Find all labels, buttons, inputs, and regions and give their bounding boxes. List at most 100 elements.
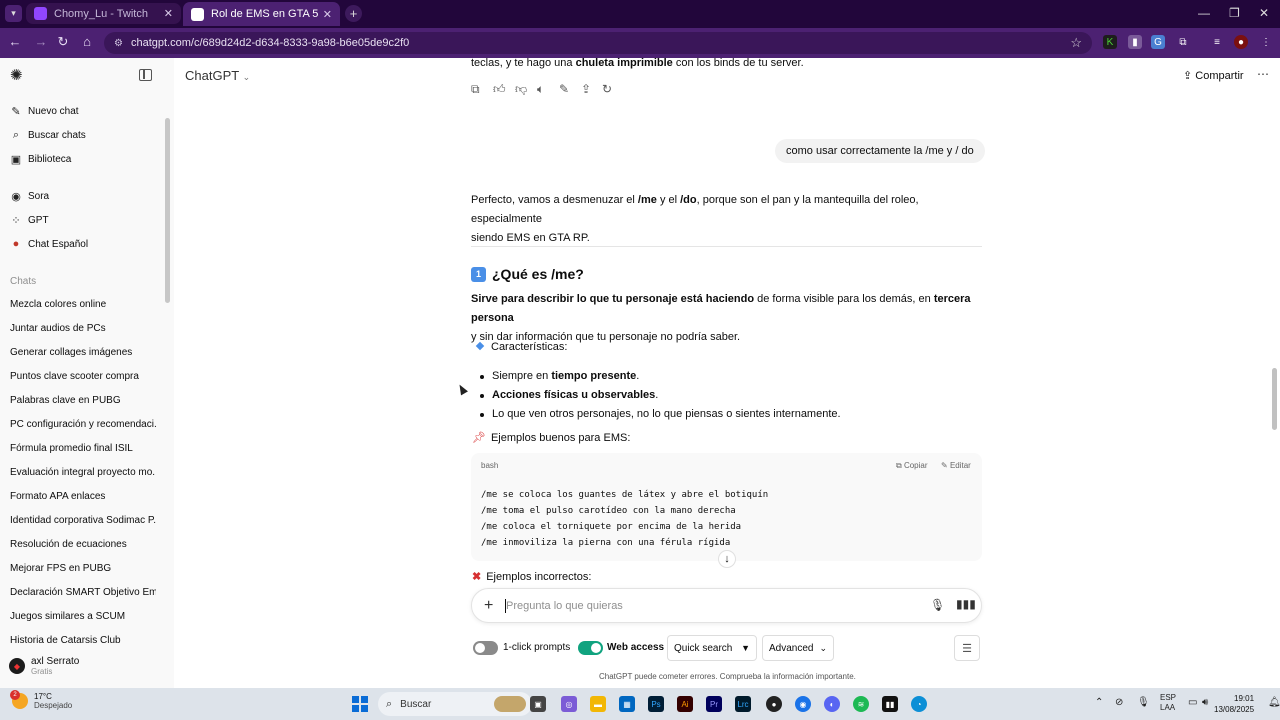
- chat-history-item[interactable]: Declaración SMART Objetivo Em...: [10, 587, 156, 598]
- sidebar-toggle-icon[interactable]: [139, 69, 152, 81]
- chat-history-item[interactable]: Mejorar FPS en PUBG: [10, 563, 156, 574]
- sidebar-item-chat-espanol[interactable]: ● Chat Español: [10, 236, 88, 252]
- chat-history-item[interactable]: Identidad corporativa Sodimac P...: [10, 515, 156, 526]
- chat-history-item[interactable]: Resolución de ecuaciones: [10, 539, 156, 550]
- language-indicator[interactable]: ESP LAA: [1160, 693, 1176, 713]
- taskbar-search[interactable]: ⌕ Buscar: [378, 692, 532, 716]
- chat-history-item[interactable]: Puntos clave scooter compra: [10, 371, 156, 382]
- regenerate-icon[interactable]: ↻: [602, 82, 612, 96]
- chat-history-item[interactable]: PC configuración y recomendaci...: [10, 419, 156, 430]
- chat-history-item[interactable]: Juntar audios de PCs: [10, 323, 156, 334]
- one-click-prompts-toggle[interactable]: [473, 641, 498, 655]
- share-button[interactable]: ⇪ Compartir: [1183, 69, 1244, 82]
- chat-history-item[interactable]: Historia de Catarsis Club: [10, 635, 156, 646]
- edit-canvas-icon[interactable]: ✎: [559, 82, 569, 96]
- chat-history-item[interactable]: Juegos similares a SCUM: [10, 611, 156, 622]
- read-aloud-icon[interactable]: 🔈︎: [537, 82, 544, 97]
- site-info-icon[interactable]: ⚙: [114, 38, 123, 49]
- minimize-icon[interactable]: —: [1198, 6, 1210, 20]
- advanced-select[interactable]: Advanced ⌄: [762, 635, 834, 661]
- photoshop-icon[interactable]: Ps: [648, 696, 664, 712]
- voice-mode-icon[interactable]: ▮▮▮: [956, 597, 976, 611]
- chat-history-item[interactable]: Formato APA enlaces: [10, 491, 156, 502]
- chat-history-item[interactable]: Palabras clave en PUBG: [10, 395, 156, 406]
- mouse-cursor-icon: [456, 382, 468, 396]
- tray-mic-icon[interactable]: 🎙︎: [1137, 697, 1150, 708]
- copy-code-button[interactable]: ⧉ Copiar: [896, 461, 928, 471]
- menu-dots-icon[interactable]: ⋮: [1259, 35, 1273, 49]
- prompt-settings-button[interactable]: ☰: [954, 635, 980, 661]
- extension-icon[interactable]: ▮: [1128, 35, 1142, 49]
- sidebar-item-label: Biblioteca: [28, 153, 72, 165]
- sidebar-item-gpt[interactable]: ⁘ GPT: [10, 212, 48, 228]
- main-scrollbar[interactable]: [1272, 368, 1277, 430]
- edit-code-button[interactable]: ✎ Editar: [941, 461, 971, 470]
- quick-search-select[interactable]: Quick search ▼: [667, 635, 757, 661]
- translate-icon[interactable]: G: [1151, 35, 1165, 49]
- tray-volume-icon[interactable]: 🔊︎: [1202, 697, 1208, 708]
- close-icon[interactable]: ✕: [164, 7, 173, 20]
- model-selector[interactable]: ChatGPT ⌄: [185, 68, 250, 83]
- lightroom-icon[interactable]: Lrc: [735, 696, 751, 712]
- sidebar-item-search-chats[interactable]: ⌕ Buscar chats: [10, 127, 86, 143]
- sidebar-item-sora[interactable]: ◉ Sora: [10, 188, 49, 204]
- maximize-icon[interactable]: ❐: [1229, 6, 1240, 20]
- puzzle-icon[interactable]: ⧉: [1176, 35, 1190, 49]
- sidebar-scrollbar[interactable]: [165, 118, 170, 303]
- user-profile[interactable]: ◆ axl Serrato Gratis: [9, 656, 79, 676]
- app-icon[interactable]: ●: [766, 696, 782, 712]
- tray-wifi-icon[interactable]: ▭: [1188, 697, 1197, 708]
- illustrator-icon[interactable]: Ai: [677, 696, 693, 712]
- tab-chatgpt[interactable]: Rol de EMS en GTA 5 ✕: [183, 2, 340, 26]
- spotify-icon[interactable]: ≋: [853, 696, 869, 712]
- task-view-icon[interactable]: ▣: [530, 696, 546, 712]
- more-options-icon[interactable]: ⋯: [1257, 67, 1269, 81]
- chat-history-item[interactable]: Mezcla colores online: [10, 299, 156, 310]
- tray-network-off-icon[interactable]: ⊘: [1115, 697, 1123, 708]
- audio-app-icon[interactable]: ▮▮: [882, 696, 898, 712]
- tray-chevron-icon[interactable]: ⌃: [1095, 697, 1103, 708]
- sidebar-item-new-chat[interactable]: ✎ Nuevo chat: [10, 103, 78, 119]
- close-window-icon[interactable]: ✕: [1259, 6, 1269, 20]
- prompt-input[interactable]: Pregunta lo que quieras: [506, 600, 623, 612]
- close-icon[interactable]: ✕: [323, 8, 332, 21]
- profile-avatar[interactable]: ●: [1234, 35, 1248, 49]
- share-message-icon[interactable]: ⇪: [581, 82, 591, 96]
- microphone-icon[interactable]: 🎙︎: [930, 598, 945, 612]
- home-icon[interactable]: ⌂: [78, 34, 96, 49]
- new-tab-button[interactable]: +: [345, 5, 362, 22]
- windows-start-icon[interactable]: [352, 696, 368, 712]
- extension-k-icon[interactable]: K: [1103, 35, 1117, 49]
- chat-history-item[interactable]: Evaluación integral proyecto mo...: [10, 467, 156, 478]
- chat-history-item[interactable]: Fórmula promedio final ISIL: [10, 443, 156, 454]
- tab-twitch[interactable]: Chomy_Lu - Twitch ✕: [26, 3, 181, 24]
- edge-icon[interactable]: ◔: [911, 696, 927, 712]
- weather-widget[interactable]: 2 17°C Despejado: [10, 690, 72, 710]
- forward-icon[interactable]: →: [32, 34, 50, 49]
- sidebar-item-library[interactable]: ▣ Biblioteca: [10, 151, 72, 167]
- copilot-icon[interactable]: ◎: [561, 696, 577, 712]
- premiere-icon[interactable]: Pr: [706, 696, 722, 712]
- tab-search-button[interactable]: ▾: [5, 5, 22, 22]
- chat-history-item[interactable]: Generar collages imágenes: [10, 347, 156, 358]
- plus-icon[interactable]: +: [484, 597, 493, 615]
- thumbs-down-icon[interactable]: 👎︎: [515, 82, 527, 97]
- reading-list-icon[interactable]: ≡: [1210, 35, 1224, 49]
- file-explorer-icon[interactable]: ▬: [590, 696, 606, 712]
- thumbs-up-icon[interactable]: 👍︎: [493, 82, 506, 97]
- reload-icon[interactable]: ↻: [54, 34, 72, 50]
- notification-bell-icon[interactable]: 🔔︎: [1268, 697, 1280, 708]
- system-clock[interactable]: 19:01 13/08/2025: [1214, 693, 1254, 715]
- copy-icon[interactable]: ⧉: [471, 82, 480, 97]
- web-access-toggle[interactable]: [578, 641, 603, 655]
- discord-icon[interactable]: ◐: [824, 696, 840, 712]
- address-bar[interactable]: ⚙ chatgpt.com/c/689d24d2-d634-8333-9a98-…: [104, 32, 1092, 54]
- store-icon[interactable]: ▦: [619, 696, 635, 712]
- openai-logo-icon[interactable]: ✺: [10, 68, 26, 84]
- prompt-composer[interactable]: + Pregunta lo que quieras 🎙︎ ▮▮▮: [471, 588, 982, 623]
- user-name: axl Serrato: [31, 656, 80, 667]
- bookmark-star-icon[interactable]: ☆: [1070, 35, 1082, 51]
- scroll-down-button[interactable]: ↓: [718, 550, 736, 568]
- back-icon[interactable]: ←: [6, 34, 24, 49]
- chrome-icon[interactable]: ◉: [795, 696, 811, 712]
